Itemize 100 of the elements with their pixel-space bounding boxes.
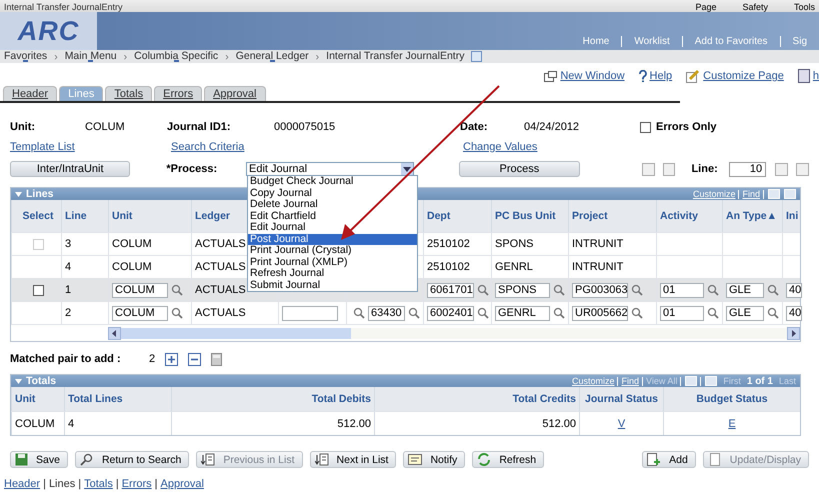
search-icon[interactable]	[767, 284, 779, 296]
search-icon[interactable]	[353, 307, 365, 319]
input-field[interactable]: 6061701	[427, 282, 474, 298]
inter-intraunit-button[interactable]: Inter/IntraUnit	[10, 161, 130, 177]
input-field[interactable]: GENRL	[495, 306, 550, 320]
search-icon[interactable]	[171, 284, 183, 296]
collapse-icon[interactable]	[15, 192, 22, 196]
next-icon[interactable]	[775, 162, 788, 176]
footer-link[interactable]: Errors	[122, 478, 152, 490]
breadcrumb-separator: ›	[316, 50, 320, 62]
customize-page-link[interactable]: Customize Page	[703, 70, 784, 82]
search-icon[interactable]	[553, 284, 565, 296]
input-field[interactable]: 63430	[368, 306, 405, 320]
process-button[interactable]: Process	[459, 161, 580, 177]
process-dropdown[interactable]: Edit Journal	[246, 162, 414, 176]
search-icon[interactable]	[476, 284, 489, 296]
input-field[interactable]: 6002401	[427, 306, 474, 320]
breadcrumb-item[interactable]: Internal Transfer JournalEntry	[326, 50, 464, 64]
row-checkbox[interactable]	[32, 284, 44, 296]
dropdown-option[interactable]: Post Journal	[248, 234, 417, 245]
list-arrow-icon	[314, 453, 329, 466]
first-icon[interactable]	[642, 162, 655, 176]
breadcrumb-separator: ›	[54, 50, 58, 62]
status-link[interactable]: V	[618, 418, 626, 430]
checkbox[interactable]	[640, 122, 651, 132]
input-field[interactable]: 40	[786, 306, 802, 320]
input-field[interactable]: 40	[786, 282, 802, 298]
grid-view-icon[interactable]	[705, 376, 718, 386]
browser-title: Internal Transfer JournalEntry	[4, 3, 124, 12]
input-field[interactable]: 01	[660, 306, 704, 320]
link-separator: |	[43, 478, 46, 490]
dropdown-option[interactable]: Budget Check Journal	[248, 176, 417, 188]
breadcrumb-item[interactable]: Columbia Specific	[134, 50, 218, 64]
add-row-icon[interactable]	[165, 352, 178, 366]
table-cell: 512.00	[171, 412, 374, 435]
tab[interactable]: Totals	[105, 86, 152, 101]
table-cell: 2	[61, 302, 108, 324]
toolbar-button[interactable]: Notify	[403, 451, 466, 468]
field-value: 0000075015	[274, 121, 336, 133]
search-icon[interactable]	[408, 307, 420, 319]
field-label: Date:	[460, 121, 489, 133]
tab[interactable]: Header	[3, 86, 58, 101]
link-separator: |	[116, 478, 119, 490]
help-link[interactable]: Help	[650, 70, 672, 82]
input-field[interactable]	[282, 306, 338, 320]
search-criteria-link[interactable]: Search Criteria	[171, 141, 463, 153]
page-link[interactable]: h	[812, 70, 819, 82]
table-row[interactable]: 2 COLUM ACTUALS 63430 6002401 GENRL UR005662 01 GLE 40	[11, 301, 800, 324]
template-list-link[interactable]: Template List	[10, 141, 171, 153]
collapse-icon[interactable]	[15, 378, 22, 384]
input-field[interactable]: COLUM	[112, 282, 168, 298]
delete-row-icon[interactable]	[188, 352, 202, 366]
line-field[interactable]: 10	[729, 162, 766, 176]
input-field[interactable]: COLUM	[112, 306, 168, 320]
tab[interactable]: Errors	[154, 86, 202, 101]
search-icon[interactable]	[707, 284, 719, 296]
toolbar-button[interactable]: Save	[10, 451, 68, 468]
input-field[interactable]: PG003063	[572, 282, 628, 298]
status-link[interactable]: E	[728, 418, 736, 430]
tab[interactable]: Approval	[204, 86, 266, 101]
page-search-icon[interactable]	[471, 51, 482, 62]
scrollbar-thumb[interactable]	[121, 328, 351, 338]
breadcrumb-item[interactable]: Favorites	[4, 50, 48, 64]
search-icon[interactable]	[767, 307, 779, 319]
toolbar-button[interactable]: Refresh	[472, 451, 544, 468]
search-icon[interactable]	[553, 307, 565, 319]
toolbar-button[interactable]: Return to Search	[74, 451, 190, 468]
download-icon[interactable]	[685, 376, 698, 386]
last-icon[interactable]	[796, 162, 809, 176]
column-header: Total Lines	[64, 387, 171, 411]
change-values-link[interactable]: Change Values	[463, 141, 538, 153]
input-field[interactable]: GLE	[726, 306, 764, 320]
calculator-icon[interactable]	[211, 352, 222, 366]
search-icon[interactable]	[171, 307, 183, 319]
breadcrumb-item[interactable]: General Ledger	[236, 50, 309, 64]
search-icon[interactable]	[707, 307, 719, 319]
input-field[interactable]: 01	[660, 282, 704, 298]
search-icon[interactable]	[631, 284, 643, 296]
new-window-link[interactable]: New Window	[560, 70, 625, 82]
column-header: Project	[568, 200, 656, 232]
footer-link[interactable]: Totals	[84, 478, 113, 490]
browser-menu[interactable]: Tools	[794, 3, 815, 12]
dropdown-option[interactable]: Copy Journal	[248, 188, 417, 199]
search-icon[interactable]	[476, 307, 489, 319]
scroll-left-icon[interactable]	[108, 326, 121, 340]
previous-icon[interactable]	[662, 162, 676, 176]
scroll-right-icon[interactable]	[787, 326, 800, 340]
input-field[interactable]: GLE	[726, 282, 764, 298]
breadcrumb-item[interactable]: Main Menu	[64, 50, 117, 64]
browser-menu[interactable]: Page	[695, 3, 716, 12]
input-field[interactable]: SPONS	[495, 282, 550, 298]
input-field[interactable]: UR005662	[572, 306, 628, 320]
footer-link[interactable]: Header	[4, 478, 40, 490]
field-label: Matched pair to add :	[10, 353, 122, 365]
refresh-icon	[477, 453, 492, 466]
browser-menu[interactable]: Safety	[742, 3, 768, 12]
toolbar-button[interactable]: Add	[642, 451, 696, 468]
search-icon[interactable]	[631, 307, 643, 319]
footer-link[interactable]: Approval	[160, 478, 204, 490]
toolbar-button[interactable]: Next in List	[310, 451, 396, 468]
